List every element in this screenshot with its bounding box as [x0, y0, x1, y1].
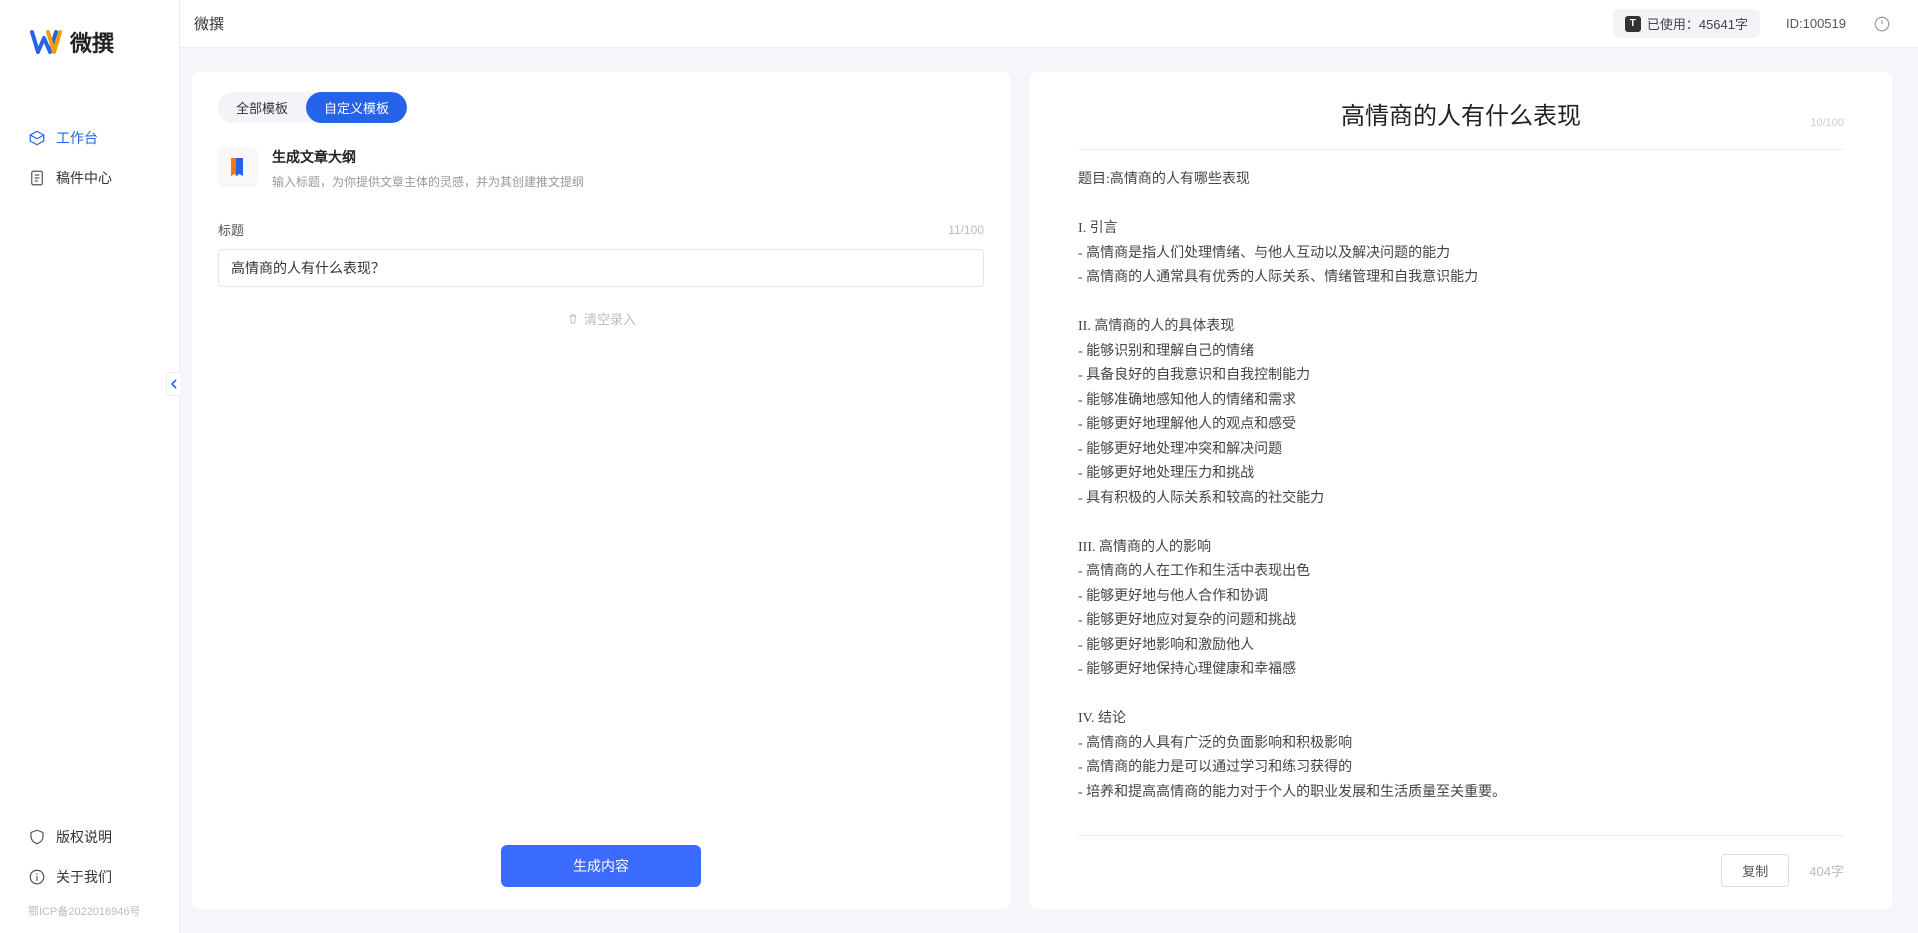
output-footer: 复制 404字 [1078, 835, 1844, 887]
nav-label: 稿件中心 [56, 168, 112, 188]
document-icon [28, 169, 46, 187]
shield-icon [28, 828, 46, 846]
nav-workbench[interactable]: 工作台 [0, 118, 179, 158]
usage-text: 已使用：45641字 [1647, 14, 1748, 33]
user-id: ID:100519 [1786, 16, 1846, 31]
power-icon[interactable] [1872, 14, 1892, 34]
output-title-row: 高情商的人有什么表现 10/100 [1078, 96, 1844, 149]
template-tabs: 全部模板 自定义模板 [218, 92, 407, 123]
template-desc: 输入标题，为你提供文章主体的灵感，并为其创建推文提纲 [272, 173, 584, 190]
topbar-title: 微撰 [190, 13, 224, 34]
topbar-right: T 已使用：45641字 ID:100519 [1613, 9, 1892, 38]
content: 全部模板 自定义模板 生成文章大纲 输入标题，为你提供文章主体的灵感，并为其创建… [180, 48, 1918, 933]
output-title-counter: 10/100 [1810, 117, 1844, 129]
topbar: 微撰 T 已使用：45641字 ID:100519 [180, 0, 1918, 48]
collapse-sidebar[interactable] [166, 372, 180, 396]
link-label: 关于我们 [56, 867, 112, 887]
nav-label: 工作台 [56, 128, 98, 148]
cube-icon [28, 129, 46, 147]
logo-icon [30, 26, 62, 58]
primary-nav: 工作台 稿件中心 [0, 118, 179, 817]
clear-button[interactable]: 清空录入 [218, 309, 984, 328]
text-icon: T [1625, 16, 1641, 32]
template-icon [218, 147, 258, 187]
output-title: 高情商的人有什么表现 [1341, 96, 1581, 131]
logo-text: 微撰 [70, 26, 114, 58]
input-panel: 全部模板 自定义模板 生成文章大纲 输入标题，为你提供文章主体的灵感，并为其创建… [192, 72, 1010, 909]
title-input[interactable] [218, 249, 984, 287]
generate-button[interactable]: 生成内容 [501, 845, 701, 887]
copy-button[interactable]: 复制 [1721, 854, 1789, 887]
main: 微撰 T 已使用：45641字 ID:100519 全部模板 自定义模板 [180, 0, 1918, 933]
tab-custom-templates[interactable]: 自定义模板 [306, 92, 407, 123]
divider [1078, 149, 1844, 150]
title-label: 标题 [218, 220, 244, 239]
clear-label: 清空录入 [584, 309, 636, 328]
output-panel: 高情商的人有什么表现 10/100 题目:高情商的人有哪些表现 I. 引言 - … [1030, 72, 1892, 909]
title-field-block: 标题 11/100 [218, 220, 984, 287]
trash-icon [566, 312, 580, 326]
sidebar: 微撰 工作台 稿件中心 版权说明 [0, 0, 180, 933]
template-title: 生成文章大纲 [272, 147, 584, 167]
link-label: 版权说明 [56, 827, 112, 847]
info-icon [28, 868, 46, 886]
template-card[interactable]: 生成文章大纲 输入标题，为你提供文章主体的灵感，并为其创建推文提纲 [218, 147, 984, 190]
copyright-link[interactable]: 版权说明 [0, 817, 179, 857]
output-body[interactable]: 题目:高情商的人有哪些表现 I. 引言 - 高情商是指人们处理情绪、与他人互动以… [1078, 168, 1844, 835]
template-info: 生成文章大纲 输入标题，为你提供文章主体的灵感，并为其创建推文提纲 [272, 147, 584, 190]
sidebar-bottom: 版权说明 关于我们 鄂ICP备2022016946号 [0, 817, 179, 933]
title-counter: 11/100 [948, 223, 984, 237]
nav-drafts[interactable]: 稿件中心 [0, 158, 179, 198]
tab-all-templates[interactable]: 全部模板 [218, 92, 306, 123]
icp-link[interactable]: 鄂ICP备2022016946号 [0, 897, 179, 925]
about-link[interactable]: 关于我们 [0, 857, 179, 897]
char-count: 404字 [1809, 861, 1844, 880]
usage-badge[interactable]: T 已使用：45641字 [1613, 9, 1760, 38]
logo[interactable]: 微撰 [0, 0, 179, 68]
